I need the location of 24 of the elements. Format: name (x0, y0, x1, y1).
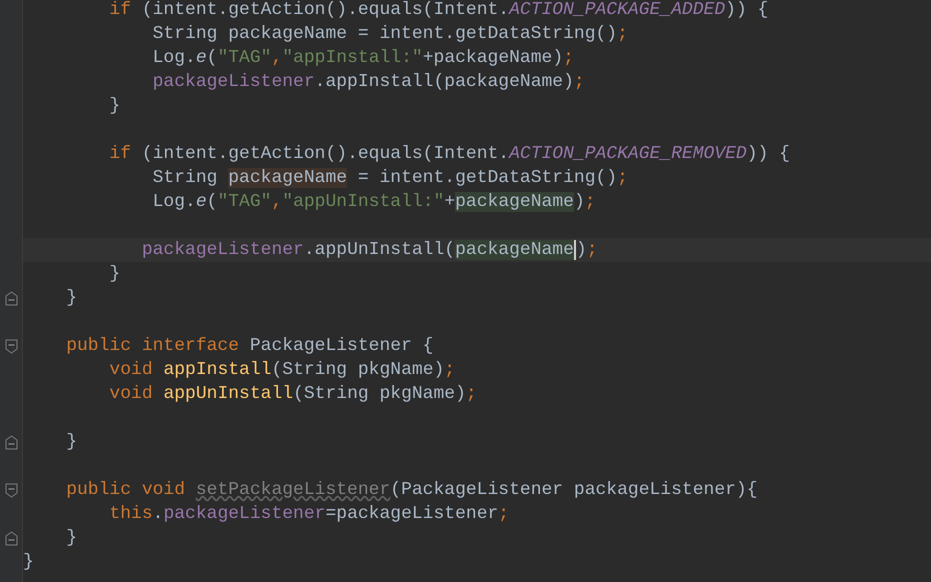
fold-marker-icon[interactable] (4, 530, 18, 546)
code-line: } (108, 263, 120, 285)
code-line: } (65, 287, 78, 309)
code-line: Log.e("TAG","appInstall:"+packageName); (152, 47, 574, 69)
code-line: String packageName = intent.getDataString(); (152, 23, 628, 45)
fold-marker-icon[interactable] (4, 338, 18, 354)
code-line: void appInstall(String pkgName); (108, 359, 456, 381)
code-line: } (65, 527, 78, 549)
code-line: packageListener.appUnInstall(packageName); (140, 239, 598, 261)
fold-marker-icon[interactable] (4, 434, 18, 450)
fold-marker-icon[interactable] (4, 482, 18, 498)
code-line: } (108, 95, 120, 117)
code-line: public interface PackageListener { (65, 335, 434, 357)
fold-marker-icon[interactable] (4, 290, 18, 306)
code-line: if (intent.getAction().equals(Intent.ACTION_PACKAGE_ADDED)) { (108, 0, 768, 21)
code-line: Log.e("TAG","appUnInstall:"+packageName); (152, 191, 596, 213)
code-line: } (65, 431, 78, 453)
code-line: packageListener.appInstall(packageName); (152, 71, 585, 93)
code-line: void appUnInstall(String pkgName); (108, 383, 477, 405)
code-line: String packageName = intent.getDataString(); (152, 167, 628, 189)
code-line: if (intent.getAction().equals(Intent.ACTION_PACKAGE_REMOVED)) { (108, 143, 790, 165)
code-line: } (23, 551, 34, 573)
code-line: public void setPackageListener(PackageListener packageListener){ (65, 479, 758, 501)
code-line: this.packageListener=packageListener; (108, 503, 510, 525)
